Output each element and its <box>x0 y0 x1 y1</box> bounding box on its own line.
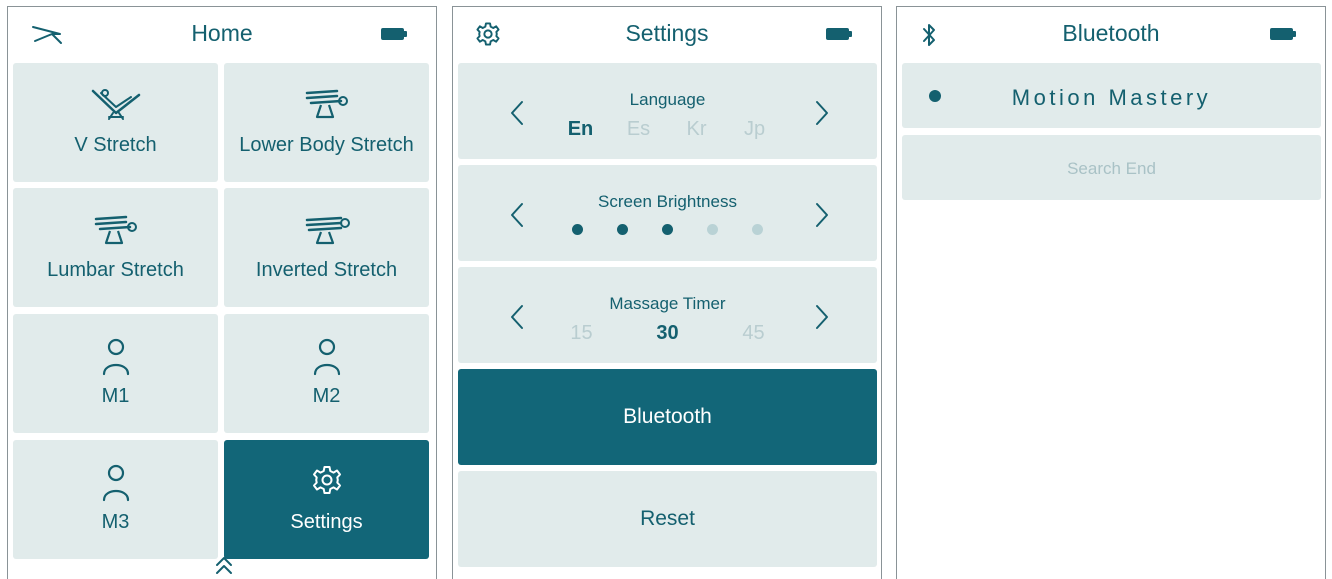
page-title: Bluetooth <box>1062 20 1160 46</box>
bluetooth-device-item[interactable]: Motion Mastery <box>902 63 1321 128</box>
language-setting: Language En Es Kr Jp <box>458 63 877 159</box>
language-options: En Es Kr Jp <box>458 118 877 141</box>
search-status-text: Search End <box>1067 159 1156 178</box>
tile-label: Inverted Stretch <box>255 259 398 281</box>
inverted-stretch-icon <box>305 216 350 245</box>
tile-label: Lower Body Stretch <box>239 134 414 156</box>
user-icon <box>102 464 129 502</box>
gear-icon <box>312 466 341 494</box>
tile-label: Lumbar Stretch <box>47 259 184 281</box>
m1-tile[interactable]: M1 <box>13 314 218 433</box>
settings-screen: Settings Language En Es Kr Jp Screen Bri… <box>452 6 882 579</box>
brightness-dot[interactable] <box>707 224 718 235</box>
home-screen: Home V Stretch Lower Body Stretch Lumbar… <box>7 6 437 579</box>
brightness-dot[interactable] <box>617 224 628 235</box>
brightness-level-indicator <box>458 224 877 235</box>
user-icon <box>102 338 129 376</box>
reset-button[interactable]: Reset <box>458 471 877 567</box>
brightness-dot[interactable] <box>572 224 583 235</box>
brightness-dot[interactable] <box>752 224 763 235</box>
timer-option-30[interactable]: 30 <box>625 322 711 345</box>
bluetooth-button[interactable]: Bluetooth <box>458 369 877 465</box>
lower-body-stretch-icon <box>305 89 348 119</box>
battery-icon <box>826 28 852 40</box>
scroll-up-arrow-icon[interactable] <box>214 555 234 577</box>
language-option-en[interactable]: En <box>552 118 610 141</box>
lumbar-stretch-tile[interactable]: Lumbar Stretch <box>13 188 218 307</box>
m3-tile[interactable]: M3 <box>13 440 218 559</box>
v-stretch-icon <box>91 89 140 120</box>
m2-tile[interactable]: M2 <box>224 314 429 433</box>
bluetooth-header: Bluetooth <box>897 7 1325 61</box>
timer-options: 15 30 45 <box>458 322 877 345</box>
user-icon <box>313 338 340 376</box>
timer-option-45[interactable]: 45 <box>711 322 797 345</box>
bluetooth-screen: Bluetooth Motion Mastery Search End <box>896 6 1326 579</box>
tile-label: Settings <box>290 511 363 533</box>
language-option-kr[interactable]: Kr <box>668 118 726 141</box>
language-option-es[interactable]: Es <box>610 118 668 141</box>
lower-body-stretch-tile[interactable]: Lower Body Stretch <box>224 63 429 182</box>
massage-timer-setting: Massage Timer 15 30 45 <box>458 267 877 363</box>
search-status-bar: Search End <box>902 135 1321 200</box>
brightness-dot[interactable] <box>662 224 673 235</box>
settings-header: Settings <box>453 7 881 61</box>
home-header: Home <box>8 7 436 61</box>
battery-icon <box>1270 28 1296 40</box>
settings-tile[interactable]: Settings <box>224 440 429 559</box>
tile-label: M1 <box>101 385 130 407</box>
language-option-jp[interactable]: Jp <box>726 118 784 141</box>
reset-button-label: Reset <box>640 507 695 530</box>
page-title: Settings <box>625 20 709 46</box>
lumbar-stretch-icon <box>94 215 137 245</box>
tile-label: M3 <box>101 511 130 533</box>
page-title: Home <box>191 20 253 46</box>
tile-label: M2 <box>312 385 341 407</box>
v-stretch-tile[interactable]: V Stretch <box>13 63 218 182</box>
timer-option-15[interactable]: 15 <box>539 322 625 345</box>
bluetooth-button-label: Bluetooth <box>623 405 712 428</box>
brightness-setting: Screen Brightness <box>458 165 877 261</box>
tile-label: V Stretch <box>74 134 157 156</box>
inverted-stretch-tile[interactable]: Inverted Stretch <box>224 188 429 307</box>
device-name: Motion Mastery <box>1011 85 1212 110</box>
battery-icon <box>381 28 407 40</box>
